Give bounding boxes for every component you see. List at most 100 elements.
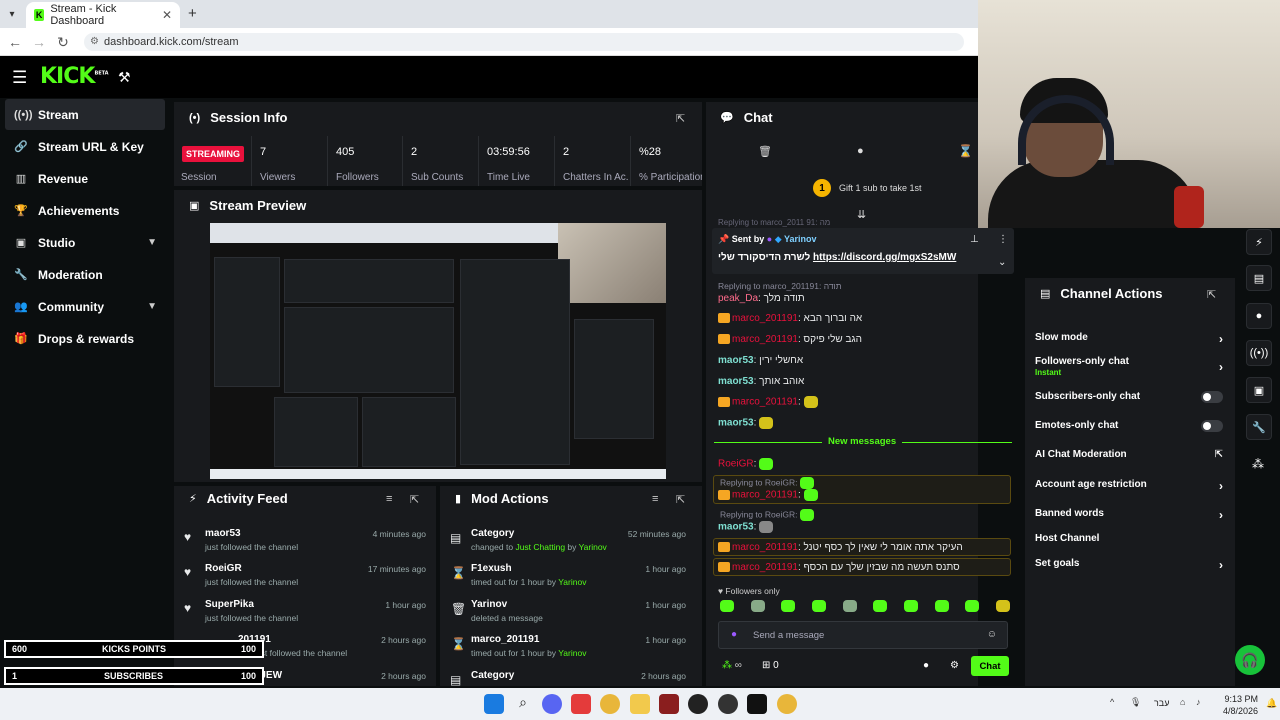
- tab-list-chevron-icon[interactable]: ▾: [4, 6, 20, 22]
- volume-icon[interactable]: ♪: [1196, 697, 1201, 707]
- signal-icon[interactable]: ((•)): [1246, 340, 1272, 366]
- set-goals-row[interactable]: Set goals ›: [1035, 558, 1223, 572]
- capcut-icon[interactable]: [747, 694, 767, 714]
- chat-username[interactable]: peak_Da: [718, 293, 758, 304]
- network-icon[interactable]: ⌂: [1180, 697, 1185, 707]
- new-tab-button[interactable]: +: [188, 5, 197, 22]
- sidebar-item-stream-url-key[interactable]: 🔗 Stream URL & Key: [5, 131, 165, 162]
- back-icon[interactable]: ←: [6, 34, 24, 50]
- forward-icon[interactable]: →: [30, 34, 48, 50]
- sidebar-item-drops-rewards[interactable]: 🎁 Drops & rewards: [5, 323, 165, 354]
- browser-tab[interactable]: K Stream - Kick Dashboard ✕: [26, 2, 180, 28]
- ai-chat-moderation-row[interactable]: AI Chat Moderation ⇱: [1035, 449, 1223, 460]
- file-explorer-icon[interactable]: [630, 694, 650, 714]
- filter-icon[interactable]: ≡: [652, 493, 658, 505]
- expand-icon[interactable]: ⇱: [676, 493, 685, 506]
- chat-username[interactable]: marco_201191: [732, 397, 798, 408]
- sidebar-item-community[interactable]: 👥 Community ▼: [5, 291, 165, 322]
- hourglass-icon[interactable]: ⌛: [958, 144, 973, 158]
- chat-username[interactable]: maor53: [718, 355, 754, 366]
- search-icon[interactable]: ⌕: [513, 694, 533, 714]
- emote-icon[interactable]: [750, 600, 765, 612]
- discord-icon[interactable]: [542, 694, 562, 714]
- expand-icon[interactable]: ⇱: [676, 112, 685, 125]
- support-headset-icon[interactable]: 🎧: [1235, 645, 1265, 675]
- unpin-icon[interactable]: ⊥: [970, 234, 979, 245]
- chat-username[interactable]: marco_201191: [732, 542, 798, 553]
- gift-counter[interactable]: ⊞ 0: [762, 660, 779, 671]
- sidebar-item-studio[interactable]: ▣ Studio ▼: [5, 227, 165, 258]
- discord-link[interactable]: https://discord.gg/mgxS2sMW: [813, 252, 956, 263]
- kick-points-icon[interactable]: ⁂ ∞: [722, 660, 742, 671]
- chevron-down-icon[interactable]: ⌄: [998, 257, 1006, 268]
- pinned-username[interactable]: Yarinov: [784, 234, 817, 244]
- emote-icon[interactable]: [873, 600, 888, 612]
- emote-icon[interactable]: [903, 600, 918, 612]
- account-age-row[interactable]: Account age restriction ›: [1035, 479, 1223, 493]
- expand-icon[interactable]: ⇱: [410, 493, 419, 506]
- app-icon[interactable]: [659, 694, 679, 714]
- tools-icon[interactable]: ⚒: [118, 69, 131, 86]
- kick-points-icon[interactable]: ⁂: [1252, 457, 1264, 471]
- filter-icon[interactable]: ≡: [386, 493, 392, 505]
- gift-sub-prompt[interactable]: Gift 1 sub to take 1st: [839, 183, 922, 193]
- chat-bubble-icon[interactable]: ●: [1246, 303, 1272, 329]
- moderator-link[interactable]: Yarinov: [558, 648, 586, 658]
- reload-icon[interactable]: ↻: [54, 34, 72, 51]
- lightning-icon[interactable]: ⚡: [1246, 229, 1272, 255]
- emote-icon[interactable]: [995, 600, 1010, 612]
- chrome-icon[interactable]: [777, 694, 797, 714]
- more-options-icon[interactable]: ⋮: [998, 234, 1008, 245]
- system-clock[interactable]: 9:13 PM 4/8/2026: [1223, 693, 1258, 717]
- emote-icon[interactable]: [965, 600, 980, 612]
- banned-words-row[interactable]: Banned words ›: [1035, 508, 1223, 522]
- emote-icon[interactable]: [781, 600, 796, 612]
- send-chat-button[interactable]: Chat: [971, 656, 1009, 676]
- obs-icon[interactable]: [718, 694, 738, 714]
- app-icon[interactable]: [688, 694, 708, 714]
- emote-icon[interactable]: [811, 600, 826, 612]
- chat-username[interactable]: maor53: [718, 376, 754, 387]
- slow-mode-row[interactable]: Slow mode ›: [1035, 332, 1223, 346]
- settings-icon[interactable]: ⚙: [950, 660, 959, 671]
- trash-icon[interactable]: 🗑: [758, 145, 772, 158]
- moderator-link[interactable]: Yarinov: [579, 542, 607, 552]
- menu-icon[interactable]: ☰: [12, 68, 27, 88]
- emote-icon[interactable]: [842, 600, 857, 612]
- kick-logo[interactable]: KICKBETA: [40, 64, 109, 89]
- tray-chevron-up-icon[interactable]: ^: [1110, 697, 1114, 707]
- emote-icon[interactable]: [720, 600, 734, 612]
- sidebar-item-revenue[interactable]: ▥ Revenue: [5, 163, 165, 194]
- chat-users-icon[interactable]: ●: [923, 660, 929, 671]
- sidebar-item-achievements[interactable]: 🏆 Achievements: [5, 195, 165, 226]
- chat-username[interactable]: marco_201191: [732, 334, 798, 345]
- site-info-icon[interactable]: ⚙: [90, 36, 99, 47]
- chat-bubble-icon[interactable]: ●: [857, 145, 864, 157]
- language-indicator[interactable]: עבר: [1154, 698, 1169, 708]
- followers-only-row[interactable]: Followers-only chat Instant ›: [1035, 356, 1223, 377]
- scroll-down-icon[interactable]: ⇊: [857, 208, 866, 221]
- host-channel-row[interactable]: Host Channel: [1035, 533, 1223, 544]
- chrome-icon[interactable]: [600, 694, 620, 714]
- wrench-icon[interactable]: 🔧: [1246, 414, 1272, 440]
- notifications-icon[interactable]: 🔔: [1266, 698, 1277, 709]
- moderator-link[interactable]: Yarinov: [558, 577, 586, 587]
- chat-username[interactable]: marco_201191: [732, 490, 798, 501]
- chat-username[interactable]: maor53: [718, 522, 754, 533]
- emotes-only-toggle[interactable]: [1201, 420, 1223, 432]
- chat-username[interactable]: marco_201191: [732, 562, 798, 573]
- sidebar-item-stream[interactable]: ((•)) Stream: [5, 99, 165, 130]
- stream-preview-video[interactable]: [210, 223, 666, 479]
- sidebar-item-moderation[interactable]: 🔧 Moderation: [5, 259, 165, 290]
- microphone-icon[interactable]: 🎙: [1130, 697, 1141, 708]
- mic-icon[interactable]: ●: [731, 629, 737, 640]
- chat-username[interactable]: marco_201191: [732, 313, 798, 324]
- subscribers-only-toggle[interactable]: [1201, 391, 1223, 403]
- emoji-icon[interactable]: ☺: [987, 629, 997, 640]
- studio-icon[interactable]: ▣: [1246, 377, 1272, 403]
- expand-icon[interactable]: ⇱: [1207, 288, 1216, 301]
- url-input[interactable]: ⚙ dashboard.kick.com/stream: [84, 33, 964, 51]
- category-link[interactable]: Just Chatting: [515, 542, 565, 552]
- emote-icon[interactable]: [934, 600, 949, 612]
- app-icon[interactable]: [571, 694, 591, 714]
